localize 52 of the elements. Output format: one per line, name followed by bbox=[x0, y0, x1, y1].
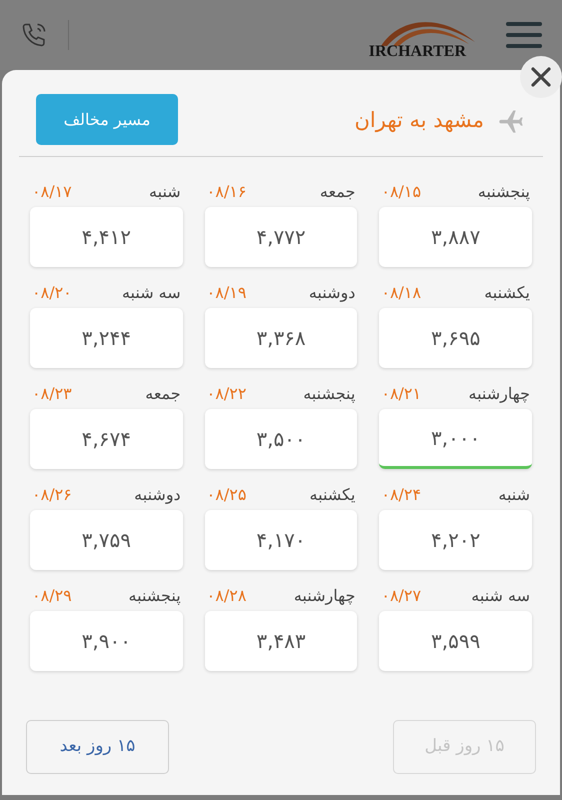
date-label: ۰۸/۲۴ bbox=[381, 484, 422, 506]
weekday-label: پنجشنبه bbox=[478, 181, 530, 203]
date-label: ۰۸/۱۹ bbox=[206, 282, 246, 304]
date-label: ۰۸/۲۱ bbox=[381, 383, 422, 405]
close-button[interactable] bbox=[520, 56, 562, 98]
date-label: ۰۸/۲۳ bbox=[32, 383, 72, 405]
price-button[interactable]: ۳,۵۹۹ bbox=[379, 611, 532, 671]
weekday-label: جمعه bbox=[320, 181, 356, 203]
price-button[interactable]: ۳,۳۶۸ bbox=[204, 308, 358, 368]
price-button[interactable]: ۴,۴۱۲ bbox=[30, 207, 183, 267]
next-days-button[interactable]: ۱۵ روز بعد bbox=[26, 720, 169, 774]
date-label: ۰۸/۱۸ bbox=[381, 282, 422, 304]
weekday-label: چهارشنبه bbox=[294, 585, 356, 607]
price-button[interactable]: ۳,۴۸۳ bbox=[204, 611, 358, 671]
price-button[interactable]: ۳,۵۰۰ bbox=[204, 409, 358, 469]
logo-text[interactable]: IRCHARTER bbox=[368, 44, 466, 60]
menu-icon[interactable] bbox=[506, 22, 542, 48]
weekday-label: شنبه bbox=[498, 484, 530, 506]
date-label: ۰۸/۲۸ bbox=[206, 585, 246, 607]
date-label: ۰۸/۱۶ bbox=[206, 181, 246, 203]
weekday-label: چهارشنبه bbox=[468, 383, 530, 405]
weekday-label: دوشنبه bbox=[134, 484, 181, 506]
weekday-label: پنجشنبه bbox=[128, 585, 181, 607]
price-button[interactable]: ۴,۱۷۰ bbox=[204, 510, 358, 570]
price-button[interactable]: ۳,۹۰۰ bbox=[30, 611, 183, 671]
date-label: ۰۸/۲۶ bbox=[32, 484, 72, 506]
date-label: ۰۸/۲۲ bbox=[206, 383, 246, 405]
date-label: ۰۸/۱۷ bbox=[32, 181, 72, 203]
price-button[interactable]: ۳,۰۰۰ bbox=[379, 409, 532, 469]
weekday-label: سه شنبه bbox=[471, 585, 530, 607]
date-label: ۰۸/۲۷ bbox=[381, 585, 422, 607]
price-button[interactable]: ۴,۲۰۲ bbox=[379, 510, 532, 570]
price-button[interactable]: ۴,۶۷۴ bbox=[30, 409, 183, 469]
weekday-label: سه شنبه bbox=[122, 282, 181, 304]
weekday-label: یکشنبه bbox=[484, 282, 530, 304]
date-label: ۰۸/۱۵ bbox=[381, 181, 422, 203]
close-icon bbox=[530, 66, 552, 88]
price-button[interactable]: ۴,۷۷۲ bbox=[204, 207, 358, 267]
price-button[interactable]: ۳,۸۸۷ bbox=[379, 207, 532, 267]
weekday-label: یکشنبه bbox=[310, 484, 356, 506]
price-button[interactable]: ۳,۶۹۵ bbox=[379, 308, 532, 368]
phone-icon[interactable] bbox=[20, 21, 48, 49]
weekday-label: پنجشنبه bbox=[303, 383, 356, 405]
weekday-label: جمعه bbox=[145, 383, 181, 405]
price-button[interactable]: ۳,۲۴۴ bbox=[30, 308, 183, 368]
weekday-label: دوشنبه bbox=[308, 282, 356, 304]
date-label: ۰۸/۲۵ bbox=[206, 484, 246, 506]
date-label: ۰۸/۲۰ bbox=[32, 282, 72, 304]
date-label: ۰۸/۲۹ bbox=[32, 585, 72, 607]
weekday-label: شنبه bbox=[149, 181, 181, 203]
route-title: مشهد به تهران bbox=[354, 107, 484, 134]
price-button[interactable]: ۳,۷۵۹ bbox=[30, 510, 183, 570]
